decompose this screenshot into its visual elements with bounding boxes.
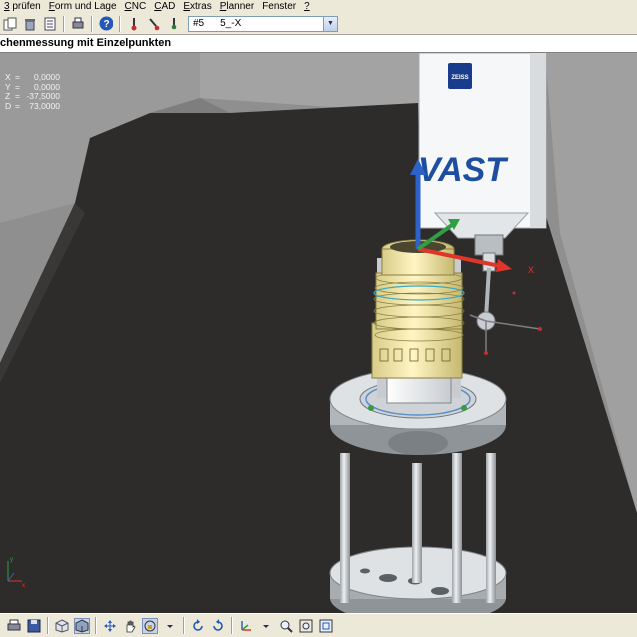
readout-row: D = 73,0000 — [5, 100, 60, 112]
menu-item-label: lanner — [226, 1, 255, 12]
menu-item[interactable]: CAD — [150, 0, 179, 13]
copy-icon[interactable] — [2, 16, 18, 32]
pillar — [452, 453, 462, 603]
probe-move-icon[interactable] — [146, 16, 162, 32]
axis-icon[interactable] — [238, 618, 254, 634]
toolbar-separator — [95, 617, 97, 634]
dropdown-icon[interactable] — [258, 618, 274, 634]
toolbar-separator — [231, 617, 233, 634]
menu-item-label: xtras — [190, 1, 212, 12]
readout-axis: D — [5, 100, 12, 111]
menu-item[interactable]: Planner — [216, 0, 258, 13]
chevron-down-icon[interactable]: ▼ — [323, 16, 337, 31]
menu-item-label: AD — [161, 1, 176, 12]
base-hole — [360, 568, 370, 574]
view-cube-icon[interactable] — [54, 618, 70, 634]
rotate-left-icon[interactable] — [190, 618, 206, 634]
pillar — [486, 453, 496, 603]
probe-settings-icon[interactable] — [166, 16, 182, 32]
fit-view-icon[interactable] — [318, 618, 334, 634]
base-hole — [431, 587, 449, 595]
menu-item-accelerator: ? — [304, 1, 310, 12]
menu-item-label: prüfen — [9, 1, 41, 12]
base-hole — [379, 574, 397, 582]
x-axis-label: X — [528, 265, 534, 275]
menu-item[interactable]: Fenster — [258, 0, 300, 13]
readout-equals: = — [15, 100, 20, 111]
floppy-icon[interactable] — [26, 618, 42, 634]
menu-item-label: Fenster — [262, 1, 297, 12]
scene-svg: ZEISS VAST X y x — [0, 53, 637, 613]
pan-hand-icon[interactable] — [122, 618, 138, 634]
probe-head — [474, 234, 504, 256]
zoom-extents-icon[interactable] — [298, 618, 314, 634]
stylus-combo[interactable]: #5 5_-X ▼ — [188, 15, 338, 32]
document-title-bar: chenmessung mit Einzelpunkten — [0, 35, 637, 53]
machine-ram — [418, 53, 547, 229]
delete-icon[interactable] — [22, 16, 38, 32]
printer-icon[interactable] — [70, 16, 86, 32]
menu-item[interactable]: Form und Lage — [45, 0, 121, 13]
toolbar-separator — [47, 617, 49, 634]
vast-logo-text: VAST — [418, 151, 509, 189]
menu-item[interactable]: ? — [300, 0, 314, 13]
stylus-combo-id: #5 — [193, 18, 205, 29]
zoom-icon[interactable] — [278, 618, 294, 634]
help-icon[interactable]: ? — [98, 16, 114, 32]
fixture-hub — [388, 431, 448, 455]
cad-viewport[interactable]: ZEISS VAST X y x X = 0,0000 Y = 0,0000 Z… — [0, 53, 637, 613]
probe-icon[interactable] — [126, 16, 142, 32]
toolbar: ? #5 5_-X ▼ — [0, 13, 637, 35]
workpiece-upper-body — [375, 272, 463, 330]
toolbar-separator — [183, 617, 185, 634]
vast-logo: VAST — [418, 151, 509, 189]
locating-pin — [461, 405, 467, 411]
menu-item[interactable]: Extras — [179, 0, 215, 13]
readout-value: 73,0000 — [29, 100, 60, 111]
zeiss-logo: ZEISS — [448, 63, 472, 89]
menu-item-accelerator: C — [124, 1, 132, 12]
zeiss-logo-text: ZEISS — [451, 75, 468, 81]
corner-axis-y-label: y — [10, 557, 13, 563]
print-icon[interactable] — [6, 618, 22, 634]
svg-text:?: ? — [103, 19, 109, 30]
solid-cube-icon[interactable] — [74, 617, 90, 634]
menu-item-label: orm und Lage — [54, 1, 117, 12]
toolbar-separator — [63, 15, 65, 32]
menu-bar: 3 prüfen Form und Lage CNC CAD Extras Planner… — [0, 0, 637, 14]
corner-axis-x-label: x — [22, 583, 25, 589]
page-title: chenmessung mit Einzelpunkten — [0, 37, 172, 49]
pillar — [340, 453, 350, 603]
rotate-lock-icon[interactable] — [142, 617, 158, 634]
menu-item-label: NC — [131, 1, 147, 12]
toolbar-separator — [91, 15, 93, 32]
locating-pin — [368, 405, 374, 411]
ram-shade — [530, 53, 546, 228]
dropdown-icon[interactable] — [162, 618, 178, 634]
coordinate-readout: X = 0,0000 Y = 0,0000 Z = -37,5000 D = 73,0000 — [5, 72, 60, 112]
stylus-tip — [512, 291, 516, 295]
stylus-tip — [484, 351, 488, 355]
toolbar-separator — [119, 15, 121, 32]
move-icon[interactable] — [102, 618, 118, 634]
list-icon[interactable] — [42, 16, 58, 32]
menu-item[interactable]: 3 prüfen — [0, 0, 45, 13]
bottom-toolbar — [0, 613, 637, 637]
rotate-right-icon[interactable] — [210, 618, 226, 634]
pillar — [412, 463, 422, 583]
menu-item[interactable]: CNC — [121, 0, 151, 13]
stylus-combo-value: 5_-X — [220, 18, 242, 29]
stylus-tip — [538, 327, 542, 331]
